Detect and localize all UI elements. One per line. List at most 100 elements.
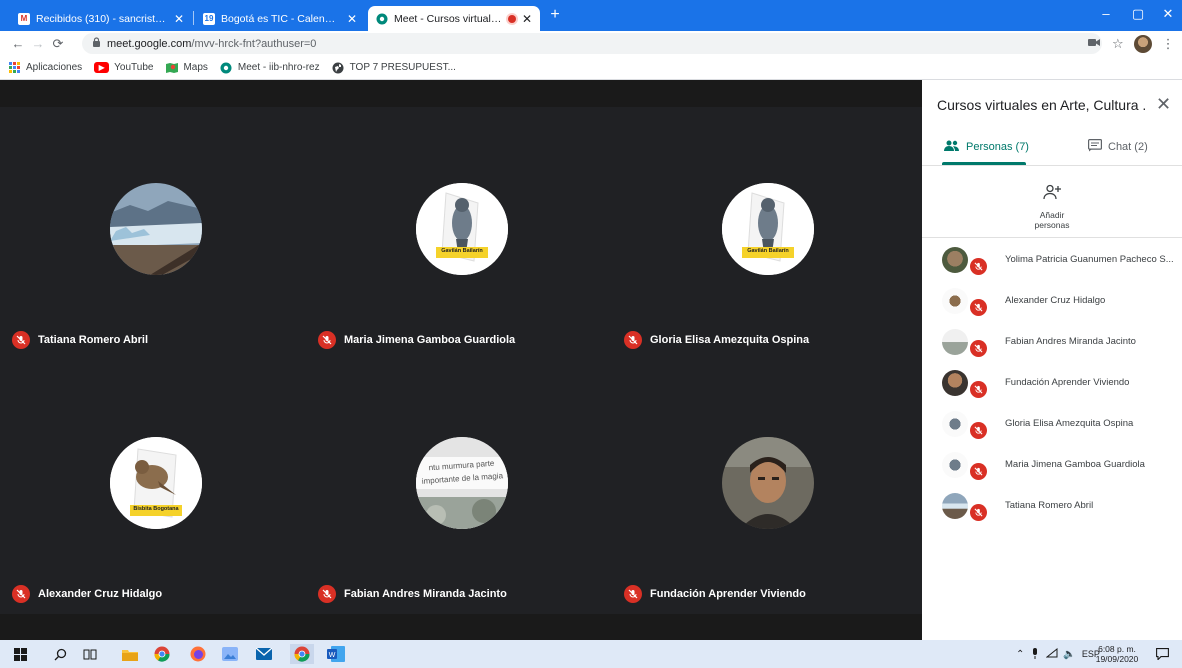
reload-icon[interactable]: ⟳ [48, 36, 68, 52]
new-tab-button[interactable]: + [544, 6, 566, 24]
word-icon[interactable]: W [326, 644, 346, 664]
windows-start-icon[interactable] [10, 644, 30, 664]
tab-people-label: Personas (7) [966, 141, 1029, 153]
bookmark-star-icon[interactable]: ☆ [1112, 36, 1124, 52]
person-row[interactable]: Alexander Cruz Hidalgo [922, 281, 1182, 322]
notifications-icon[interactable] [1152, 644, 1172, 664]
participant-name-label: Alexander Cruz Hidalgo [12, 585, 162, 603]
gmail-icon: M [18, 12, 30, 25]
person-row[interactable]: Tatiana Romero Abril [922, 486, 1182, 527]
mail-icon[interactable] [254, 644, 274, 664]
participant-tile[interactable]: Fundación Aprender Viviendo [614, 361, 920, 615]
avatar-badge-text: Bisbita Bogotana [133, 506, 179, 512]
person-row[interactable]: Gloria Elisa Amezquita Ospina [922, 404, 1182, 445]
close-tab-icon[interactable]: ✕ [174, 12, 184, 26]
tab-chat[interactable]: Chat (2) [1088, 132, 1148, 162]
tab-calendar[interactable]: 19 Bogotá es TIC - Calendar - sábad ✕ [195, 6, 365, 31]
mic-off-icon [970, 504, 987, 521]
microphone-icon[interactable] [1032, 647, 1038, 661]
close-tab-icon[interactable]: ✕ [522, 12, 532, 26]
clock[interactable]: 6:08 p. m. 19/09/2020 [1094, 644, 1140, 664]
person-photo-avatar [722, 437, 814, 529]
mic-off-icon [970, 381, 987, 398]
globe-icon [332, 61, 345, 74]
profile-avatar[interactable] [1133, 34, 1152, 53]
avatar-badge-text: Gavilán Bailarín [747, 248, 789, 254]
bookmark-label: Maps [183, 62, 208, 73]
chat-icon [1088, 139, 1103, 155]
camera-icon[interactable] [1088, 38, 1100, 50]
participant-name: Maria Jimena Gamboa Guardiola [344, 334, 516, 346]
photos-icon[interactable] [220, 644, 240, 664]
participant-tile[interactable]: ntu murmura parte importante de la magia… [308, 361, 614, 615]
person-avatar [942, 288, 968, 314]
participant-tile[interactable]: Tatiana Romero Abril [2, 107, 308, 361]
bookmark-maps[interactable]: Maps [165, 61, 208, 74]
firefox-icon[interactable] [188, 644, 208, 664]
meeting-details-panel: Cursos virtuales en Arte, Cultura ... ✕ … [922, 80, 1182, 640]
windows-taskbar: W ⌃ 🔈 ESP 6:08 p. m. 19/09/2020 [0, 640, 1182, 668]
panel-title: Cursos virtuales en Arte, Cultura ... [937, 97, 1147, 113]
window-close-button[interactable]: ✕ [1152, 0, 1182, 31]
participant-tile[interactable]: Gavilán Bailarín Maria Jimena Gamboa Gua… [308, 107, 614, 361]
person-row[interactable]: Fabian Andres Miranda Jacinto [922, 322, 1182, 363]
person-name: Maria Jimena Gamboa Guardiola [1005, 459, 1145, 470]
add-people-button[interactable]: Añadir personas [1022, 178, 1082, 230]
menu-kebab-icon[interactable]: ⋮ [1162, 36, 1175, 52]
glacier-photo-avatar [110, 183, 202, 275]
add-person-icon [1038, 178, 1066, 206]
participant-tile[interactable]: Bisbita Bogotana Alexander Cruz Hidalgo [2, 361, 308, 615]
bookmark-apps[interactable]: Aplicaciones [8, 61, 82, 74]
stage-bottom-bar [0, 614, 922, 640]
tab-people[interactable]: Personas (7) [944, 132, 1029, 162]
forward-arrow-icon[interactable]: → [28, 36, 48, 51]
task-view-icon[interactable] [80, 644, 100, 664]
browser-tab-strip: M Recibidos (310) - sancristobal@s ✕ 19 … [0, 0, 1182, 31]
tab-meet[interactable]: Meet - Cursos virtuales en A ✕ [368, 6, 540, 31]
maximize-button[interactable]: ▢ [1122, 0, 1154, 31]
mic-off-icon [970, 258, 987, 275]
tab-gmail[interactable]: M Recibidos (310) - sancristobal@s ✕ [10, 6, 192, 31]
wifi-icon[interactable] [1045, 647, 1058, 660]
person-name: Fundación Aprender Viviendo [1005, 377, 1130, 388]
search-icon[interactable] [50, 644, 70, 664]
back-arrow-icon[interactable]: ← [8, 36, 28, 51]
chrome-icon[interactable] [152, 644, 172, 664]
participant-tile[interactable]: Gavilán Bailarín Gloria Elisa Amezquita … [614, 107, 920, 361]
bookmark-top7[interactable]: TOP 7 PRESUPUEST... [332, 61, 456, 74]
person-row[interactable]: Yolima Patricia Guanumen Pacheco S... [922, 240, 1182, 281]
mic-off-icon [624, 585, 642, 603]
person-row[interactable]: Fundación Aprender Viviendo [922, 363, 1182, 404]
person-avatar [942, 329, 968, 355]
panel-close-button[interactable]: ✕ [1156, 94, 1171, 115]
mic-off-icon [12, 331, 30, 349]
youtube-icon: ▶ [94, 62, 110, 73]
address-bar[interactable]: meet.google.com /mvv-hrck-fnt?authuser=0 [82, 33, 1102, 54]
chevron-up-icon[interactable]: ⌃ [1016, 649, 1024, 660]
text-photo-avatar: ntu murmura parte importante de la magia [416, 437, 508, 529]
bookmark-youtube[interactable]: ▶ YouTube [94, 62, 153, 73]
stage-top-bar [0, 80, 922, 107]
close-tab-icon[interactable]: ✕ [347, 12, 357, 26]
mic-off-icon [12, 585, 30, 603]
person-row[interactable]: Maria Jimena Gamboa Guardiola [922, 445, 1182, 486]
tab-title: Bogotá es TIC - Calendar - sábad [221, 12, 341, 25]
person-avatar [942, 411, 968, 437]
participant-name-label: Gloria Elisa Amezquita Ospina [624, 331, 809, 349]
person-avatar [942, 370, 968, 396]
minimize-button[interactable]: – [1090, 0, 1122, 31]
person-avatar [942, 247, 968, 273]
divider [922, 237, 1182, 238]
file-explorer-icon[interactable] [120, 644, 140, 664]
chrome-active-icon[interactable] [290, 644, 314, 664]
tab-title: Recibidos (310) - sancristobal@s [36, 12, 168, 25]
url-host: meet.google.com [107, 37, 192, 50]
bird-badge-avatar: Gavilán Bailarín [722, 183, 814, 275]
mic-off-icon [318, 585, 336, 603]
speaker-icon[interactable]: 🔈 [1063, 649, 1075, 660]
bookmarks-bar: Aplicaciones ▶ YouTube Maps Meet - iib-n… [0, 56, 1182, 80]
bookmark-meet[interactable]: Meet - iib-nhro-rez [220, 61, 320, 74]
svg-text:W: W [329, 652, 336, 659]
url-path: /mvv-hrck-fnt?authuser=0 [191, 37, 317, 50]
divider [922, 165, 1182, 166]
